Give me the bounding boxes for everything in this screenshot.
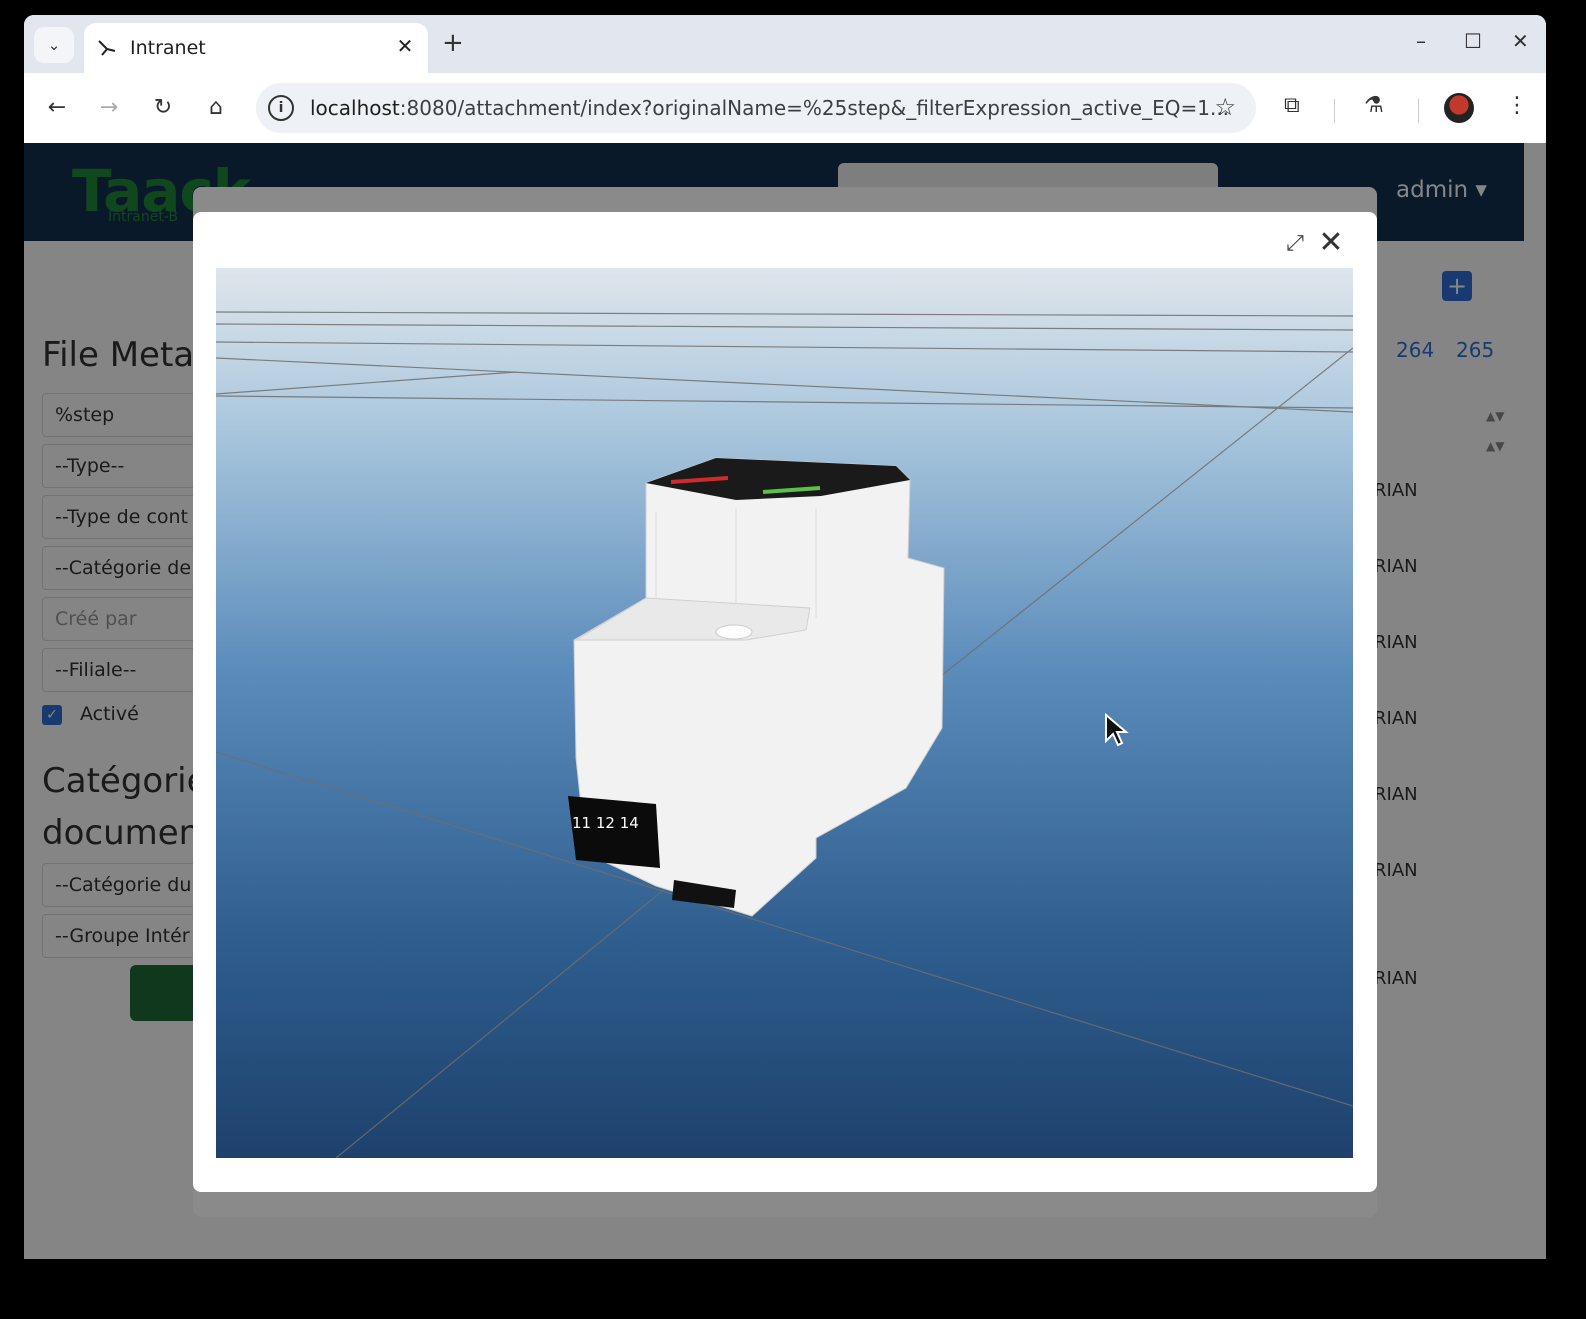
profile-avatar[interactable]	[1444, 93, 1474, 123]
labs-flask-icon[interactable]: ⚗	[1364, 93, 1384, 118]
modal-backdrop[interactable]: ⤢ ✕ 11 12 14	[24, 143, 1546, 1259]
reload-icon[interactable]: ↻	[148, 93, 178, 123]
extensions-puzzle-icon[interactable]: ⧉	[1284, 93, 1300, 118]
url-text[interactable]: localhost:8080/attachment/index?original…	[310, 96, 1229, 120]
favicon-icon	[96, 37, 118, 59]
menu-kebab-icon[interactable]: ⋮	[1506, 93, 1528, 118]
tab-search-chevron-icon[interactable]: ⌄	[34, 27, 74, 63]
surge-protector-model: 11 12 14	[568, 457, 945, 917]
window-close-button[interactable]: ✕	[1512, 29, 1529, 53]
forward-arrow-icon[interactable]: →	[94, 93, 124, 123]
bookmark-star-icon[interactable]: ☆	[1214, 93, 1236, 121]
mouse-cursor-icon	[1105, 713, 1129, 747]
browser-toolbar: ← → ↻ ⌂ i localhost:8080/attachment/inde…	[24, 73, 1546, 143]
browser-window: ⌄ Intranet ✕ + – ☐ ✕ ← → ↻ ⌂ i localhost…	[24, 15, 1546, 1259]
back-arrow-icon[interactable]: ←	[42, 93, 72, 123]
3d-model-viewer[interactable]: 11 12 14	[216, 268, 1353, 1158]
home-icon[interactable]: ⌂	[201, 93, 231, 123]
address-bar[interactable]: i localhost:8080/attachment/index?origin…	[256, 83, 1256, 133]
toolbar-divider	[1418, 99, 1419, 123]
toolbar-divider	[1334, 99, 1335, 123]
expand-icon[interactable]: ⤢	[1280, 229, 1310, 259]
minimize-button[interactable]: –	[1416, 29, 1426, 53]
tab-strip: ⌄ Intranet ✕ + – ☐ ✕	[24, 15, 1546, 73]
new-tab-button[interactable]: +	[442, 29, 464, 57]
maximize-button[interactable]: ☐	[1464, 29, 1482, 53]
close-icon[interactable]: ✕	[1314, 226, 1348, 260]
viewer-modal: ⤢ ✕ 11 12 14	[193, 212, 1377, 1192]
tab-close-icon[interactable]: ✕	[392, 33, 418, 59]
tab-title: Intranet	[130, 37, 206, 59]
site-info-icon[interactable]: i	[268, 95, 294, 121]
3d-scene: 11 12 14	[216, 311, 1353, 1158]
page-content: Taack Intranet-B admin ▾ + File Meta %st…	[24, 143, 1546, 1259]
tab-intranet[interactable]: Intranet ✕	[84, 23, 428, 73]
terminal-labels: 11 12 14	[572, 814, 639, 832]
